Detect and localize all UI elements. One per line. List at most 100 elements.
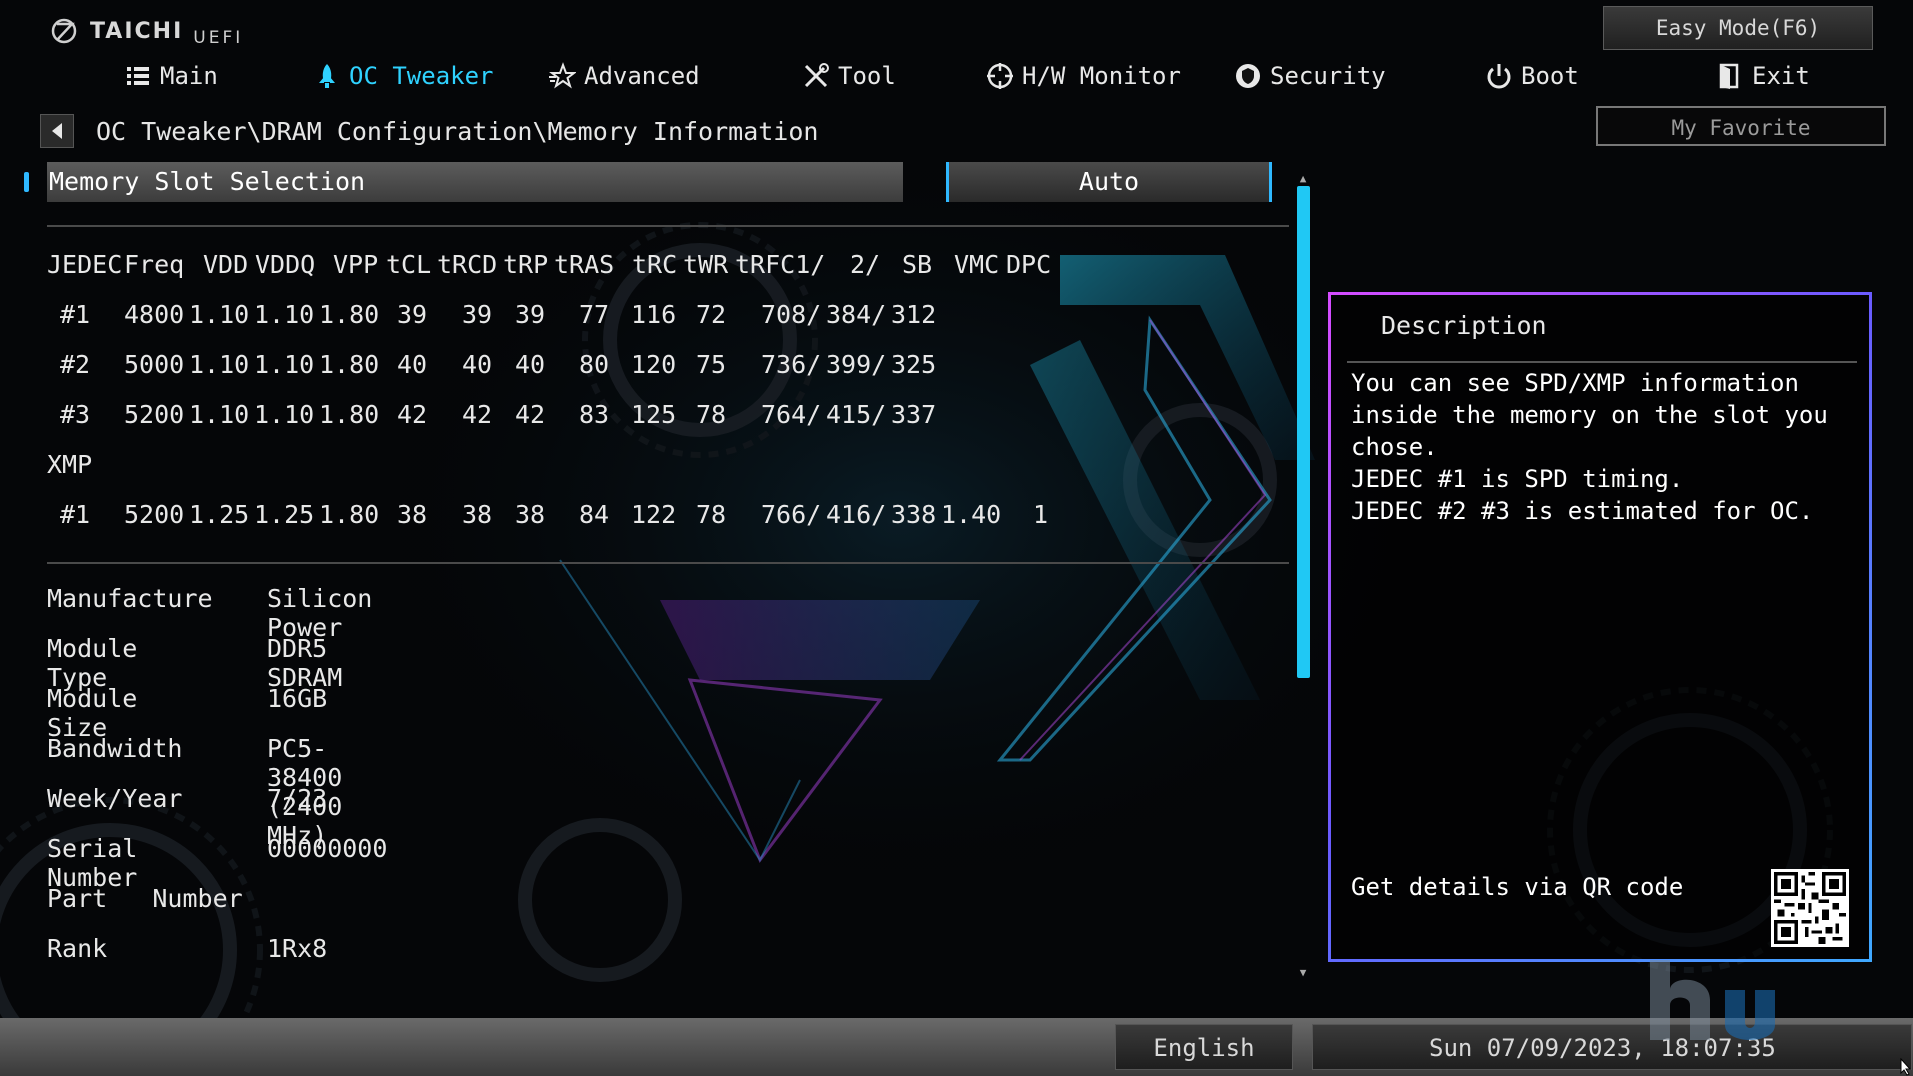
table-cell: 84 xyxy=(579,500,610,529)
list-icon xyxy=(127,67,149,85)
table-cell: 708/ xyxy=(761,300,822,329)
table-cell: #3 xyxy=(60,400,91,429)
column-header: Freq xyxy=(124,250,185,279)
description-panel: Description You can see SPD/XMP informat… xyxy=(1328,292,1872,962)
table-cell: 1.10 xyxy=(254,300,315,329)
back-arrow-icon xyxy=(52,123,62,139)
table-cell: 1.25 xyxy=(254,500,315,529)
table-cell: 120 xyxy=(631,350,677,379)
table-cell: 384/ xyxy=(826,300,887,329)
table-cell: 1.10 xyxy=(254,350,315,379)
table-cell: 5200 xyxy=(124,400,185,429)
description-line: JEDEC #1 is SPD timing. xyxy=(1351,465,1684,493)
tab-main[interactable]: Main xyxy=(124,56,218,96)
table-cell: 1.10 xyxy=(254,400,315,429)
tab-tool-label: Tool xyxy=(838,62,896,90)
column-header: DPC xyxy=(1006,250,1052,279)
table-cell: 312 xyxy=(891,300,937,329)
table-cell: 1.80 xyxy=(319,300,380,329)
scroll-up-arrow-icon[interactable]: ▲ xyxy=(1296,172,1310,186)
column-header: VPP xyxy=(333,250,379,279)
description-text: You can see SPD/XMP information inside t… xyxy=(1351,367,1851,527)
divider xyxy=(47,225,1289,227)
tab-oc-tweaker-label: OC Tweaker xyxy=(349,62,494,90)
tab-oc-tweaker[interactable]: OC Tweaker xyxy=(313,56,494,96)
tab-boot[interactable]: Boot xyxy=(1485,56,1579,96)
rocket-icon xyxy=(319,64,335,88)
tab-exit[interactable]: Exit xyxy=(1716,56,1810,96)
memory-slot-selection-value[interactable]: Auto xyxy=(946,162,1272,202)
tab-advanced-label: Advanced xyxy=(584,62,700,90)
table-cell: 764/ xyxy=(761,400,822,429)
scrollbar[interactable]: ▲ ▼ xyxy=(1296,172,1310,980)
info-value: 1Rx8 xyxy=(267,934,328,963)
qr-caption: Get details via QR code xyxy=(1351,873,1684,901)
column-header: tCL xyxy=(386,250,432,279)
qr-code-icon xyxy=(1771,869,1849,947)
table-cell: 4800 xyxy=(124,300,185,329)
memory-slot-selection-label: Memory Slot Selection xyxy=(49,167,366,196)
tab-security[interactable]: Security xyxy=(1234,56,1386,96)
power-icon xyxy=(1487,64,1511,89)
table-cell: 38 xyxy=(462,500,493,529)
description-line: chose. xyxy=(1351,433,1438,461)
scrollbar-thumb[interactable] xyxy=(1297,186,1310,678)
my-favorite-button[interactable]: My Favorite xyxy=(1596,106,1886,146)
table-cell: 325 xyxy=(891,350,937,379)
back-button[interactable] xyxy=(40,114,74,148)
table-cell: 1.40 xyxy=(941,500,1002,529)
table-cell: 125 xyxy=(631,400,677,429)
table-cell: 42 xyxy=(397,400,428,429)
tab-main-label: Main xyxy=(160,62,218,90)
column-header: SB xyxy=(902,250,933,279)
table-cell: 1.80 xyxy=(319,500,380,529)
info-key: Manufacture xyxy=(47,584,213,613)
description-line: inside the memory on the slot you xyxy=(1351,401,1828,429)
table-cell: #2 xyxy=(60,350,91,379)
table-cell: 39 xyxy=(397,300,428,329)
column-header: 2/ xyxy=(850,250,881,279)
selection-indicator xyxy=(24,172,29,192)
table-cell: 38 xyxy=(515,500,546,529)
taichi-logo-icon xyxy=(51,18,77,44)
column-header: VDD xyxy=(203,250,249,279)
column-header: tRC xyxy=(632,250,678,279)
table-cell: 39 xyxy=(462,300,493,329)
table-cell: 1.80 xyxy=(319,350,380,379)
breadcrumb: OC Tweaker\DRAM Configuration\Memory Inf… xyxy=(96,116,819,146)
column-header: tRCD xyxy=(437,250,498,279)
tools-icon xyxy=(804,63,829,88)
table-cell: 40 xyxy=(397,350,428,379)
description-line: JEDEC #2 #3 is estimated for OC. xyxy=(1351,497,1814,525)
column-header: tRP xyxy=(503,250,549,279)
tab-tool[interactable]: Tool xyxy=(802,56,896,96)
table-cell: 1.80 xyxy=(319,400,380,429)
table-cell: 83 xyxy=(579,400,610,429)
table-cell: 415/ xyxy=(826,400,887,429)
main-tab-bar: Main OC Tweaker Advanced Tool H/W Monito… xyxy=(0,56,1913,96)
table-cell: 40 xyxy=(462,350,493,379)
info-value: 7/23 xyxy=(267,784,328,813)
table-cell: 42 xyxy=(515,400,546,429)
memory-slot-selection-row[interactable]: Memory Slot Selection xyxy=(47,162,903,202)
column-header: tWR xyxy=(683,250,729,279)
tab-hw-monitor[interactable]: H/W Monitor xyxy=(986,56,1181,96)
tab-boot-label: Boot xyxy=(1521,62,1579,90)
table-cell: 5000 xyxy=(124,350,185,379)
scroll-down-arrow-icon[interactable]: ▼ xyxy=(1296,966,1310,980)
table-cell: 122 xyxy=(631,500,677,529)
table-cell: 78 xyxy=(696,400,727,429)
table-cell: 116 xyxy=(631,300,677,329)
table-cell: #1 xyxy=(60,300,91,329)
tab-hw-monitor-label: H/W Monitor xyxy=(1022,62,1181,90)
table-cell: 1.25 xyxy=(189,500,250,529)
mouse-cursor-icon xyxy=(1900,1058,1912,1076)
uefi-label: UEFI xyxy=(193,28,244,48)
star-icon xyxy=(549,62,576,89)
table-cell: #1 xyxy=(60,500,91,529)
tab-advanced[interactable]: Advanced xyxy=(548,56,700,96)
taichi-logo: TAICHI UEFI xyxy=(50,14,243,48)
easy-mode-button[interactable]: Easy Mode(F6) xyxy=(1603,6,1873,50)
language-button[interactable]: English xyxy=(1115,1024,1293,1070)
watermark-logo xyxy=(1650,960,1775,1040)
